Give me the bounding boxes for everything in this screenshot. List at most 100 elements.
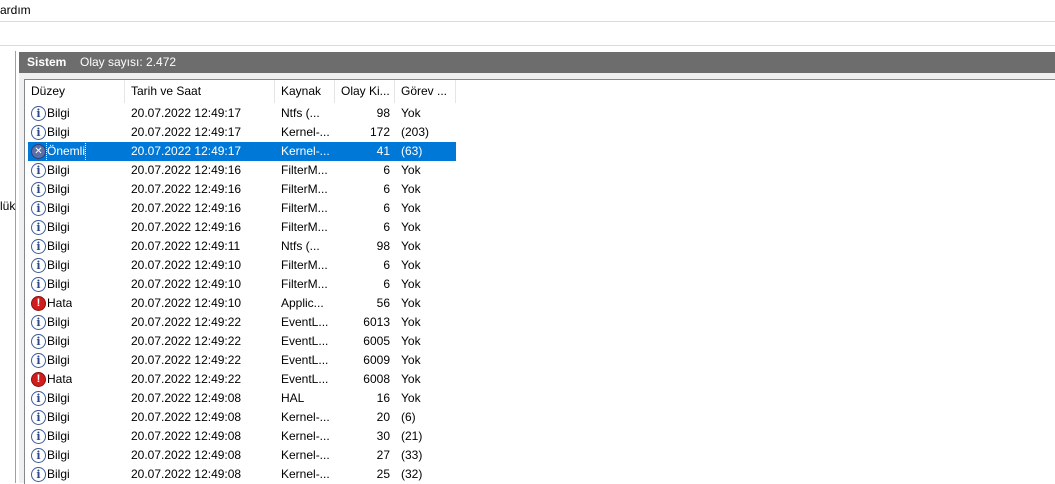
table-row[interactable]: ! Hata 20.07.2022 12:49:22 EventL... 6008 Yok xyxy=(28,370,456,389)
menu-item-help[interactable]: ardım xyxy=(0,3,31,17)
level-cell: Bilgi xyxy=(47,467,70,481)
error-icon: ! xyxy=(31,372,46,387)
table-row[interactable]: i Bilgi 20.07.2022 12:49:16 FilterM... 6 Yok xyxy=(28,218,456,237)
event-list[interactable]: Düzey Tarih ve Saat Kaynak Olay Ki... Gö… xyxy=(24,79,1055,484)
datetime-cell: 20.07.2022 12:49:17 xyxy=(131,125,242,139)
info-icon: i xyxy=(31,125,46,140)
table-row[interactable]: i Bilgi 20.07.2022 12:49:22 EventL... 6005 Yo… xyxy=(28,332,456,351)
level-cell: Bilgi xyxy=(47,277,70,291)
column-header-task[interactable]: Görev ... xyxy=(395,80,456,103)
log-header-bar: Sistem Olay sayısı: 2.472 xyxy=(19,52,1055,73)
column-header-event-id[interactable]: Olay Ki... xyxy=(335,80,395,103)
event-id-cell: 6 xyxy=(383,220,390,234)
info-icon: i xyxy=(31,106,46,121)
task-cell: Yok xyxy=(401,296,421,310)
datetime-cell: 20.07.2022 12:49:22 xyxy=(131,334,242,348)
datetime-cell: 20.07.2022 12:49:16 xyxy=(131,163,242,177)
datetime-cell: 20.07.2022 12:49:16 xyxy=(131,220,242,234)
datetime-cell: 20.07.2022 12:49:22 xyxy=(131,353,242,367)
table-row[interactable]: i Bilgi 20.07.2022 12:49:10 FilterM... 6 Yok xyxy=(28,275,456,294)
datetime-cell: 20.07.2022 12:49:22 xyxy=(131,315,242,329)
source-cell: EventL... xyxy=(281,353,329,367)
table-row[interactable]: i Bilgi 20.07.2022 12:49:08 HAL 16 Yok xyxy=(28,389,456,408)
table-row[interactable]: ! Hata 20.07.2022 12:49:10 Applic... 56 Yok xyxy=(28,294,456,313)
source-cell: Applic... xyxy=(281,296,324,310)
table-row[interactable]: i Bilgi 20.07.2022 12:49:17 Ntfs (... 98 Yok xyxy=(28,104,456,123)
level-cell: Hata xyxy=(47,372,73,386)
task-cell: (63) xyxy=(401,144,423,158)
task-cell: (6) xyxy=(401,410,416,424)
event-id-cell: 6008 xyxy=(363,372,390,386)
table-row[interactable]: i Bilgi 20.07.2022 12:49:08 Kernel-... 25 (32… xyxy=(28,465,456,484)
column-header-datetime[interactable]: Tarih ve Saat xyxy=(125,80,275,103)
datetime-cell: 20.07.2022 12:49:10 xyxy=(131,258,242,272)
datetime-cell: 20.07.2022 12:49:17 xyxy=(131,106,242,120)
table-row[interactable]: i Bilgi 20.07.2022 12:49:22 EventL... 6013 Yo… xyxy=(28,313,456,332)
column-header-source[interactable]: Kaynak xyxy=(275,80,335,103)
level-cell: Bilgi xyxy=(47,106,70,120)
source-cell: EventL... xyxy=(281,334,329,348)
info-icon: i xyxy=(31,391,46,406)
task-cell: Yok xyxy=(401,163,421,177)
event-id-cell: 30 xyxy=(376,429,390,443)
event-id-cell: 98 xyxy=(376,239,390,253)
tree-item-label[interactable]: lük xyxy=(0,199,15,213)
task-cell: Yok xyxy=(401,201,421,215)
level-cell: Bilgi xyxy=(47,353,70,367)
datetime-cell: 20.07.2022 12:49:08 xyxy=(131,448,242,462)
datetime-cell: 20.07.2022 12:49:10 xyxy=(131,296,242,310)
level-cell: Bilgi xyxy=(47,258,70,272)
table-row[interactable]: i Bilgi 20.07.2022 12:49:16 FilterM... 6 Yok xyxy=(28,180,456,199)
event-count: Olay sayısı: 2.472 xyxy=(80,55,177,69)
task-cell: Yok xyxy=(401,182,421,196)
level-cell: Bilgi xyxy=(47,448,70,462)
task-cell: Yok xyxy=(401,334,421,348)
table-row[interactable]: i Bilgi 20.07.2022 12:49:10 FilterM... 6 Yok xyxy=(28,256,456,275)
info-icon: i xyxy=(31,448,46,463)
level-cell: Bilgi xyxy=(47,429,70,443)
table-row[interactable]: i Bilgi 20.07.2022 12:49:08 Kernel-... 20 (6) xyxy=(28,408,456,427)
event-id-cell: 20 xyxy=(376,410,390,424)
source-cell: FilterM... xyxy=(281,220,328,234)
table-row[interactable]: i Bilgi 20.07.2022 12:49:17 Kernel-... 172 (2… xyxy=(28,123,456,142)
source-cell: Kernel-... xyxy=(281,144,330,158)
task-cell: Yok xyxy=(401,220,421,234)
table-row[interactable]: i Bilgi 20.07.2022 12:49:16 FilterM... 6 Yok xyxy=(28,161,456,180)
event-id-cell: 25 xyxy=(376,467,390,481)
column-header-level[interactable]: Düzey xyxy=(25,80,125,103)
level-cell: Bilgi xyxy=(47,182,70,196)
source-cell: EventL... xyxy=(281,372,329,386)
info-icon: i xyxy=(31,220,46,235)
event-id-cell: 6 xyxy=(383,163,390,177)
info-icon: i xyxy=(31,467,46,482)
task-cell: (21) xyxy=(401,429,423,443)
datetime-cell: 20.07.2022 12:49:16 xyxy=(131,201,242,215)
event-id-cell: 16 xyxy=(376,391,390,405)
source-cell: FilterM... xyxy=(281,163,328,177)
datetime-cell: 20.07.2022 12:49:08 xyxy=(131,391,242,405)
info-icon: i xyxy=(31,182,46,197)
source-cell: FilterM... xyxy=(281,277,328,291)
task-cell: Yok xyxy=(401,372,421,386)
source-cell: Kernel-... xyxy=(281,410,330,424)
menu-bar: ardım xyxy=(0,0,1055,22)
event-id-cell: 98 xyxy=(376,106,390,120)
info-icon: i xyxy=(31,429,46,444)
table-row[interactable]: i Bilgi 20.07.2022 12:49:11 Ntfs (... 98 Yok xyxy=(28,237,456,256)
table-row[interactable]: i Bilgi 20.07.2022 12:49:08 Kernel-... 27 (33… xyxy=(28,446,456,465)
table-row[interactable]: i Bilgi 20.07.2022 12:49:16 FilterM... 6 Yok xyxy=(28,199,456,218)
task-cell: Yok xyxy=(401,106,421,120)
datetime-cell: 20.07.2022 12:49:08 xyxy=(131,429,242,443)
info-icon: i xyxy=(31,258,46,273)
source-cell: EventL... xyxy=(281,315,329,329)
table-row[interactable]: i Bilgi 20.07.2022 12:49:22 EventL... 6009 Yo… xyxy=(28,351,456,370)
log-title: Sistem xyxy=(27,55,67,69)
task-cell: Yok xyxy=(401,315,421,329)
table-row[interactable]: ✕ Önemli 20.07.2022 12:49:17 Kernel-... 41 (6… xyxy=(28,141,456,162)
level-cell: Bilgi xyxy=(47,239,70,253)
info-icon: i xyxy=(31,334,46,349)
table-row[interactable]: i Bilgi 20.07.2022 12:49:08 Kernel-... 30 (21… xyxy=(28,427,456,446)
task-cell: Yok xyxy=(401,391,421,405)
event-id-cell: 6 xyxy=(383,182,390,196)
error-icon: ! xyxy=(31,296,46,311)
